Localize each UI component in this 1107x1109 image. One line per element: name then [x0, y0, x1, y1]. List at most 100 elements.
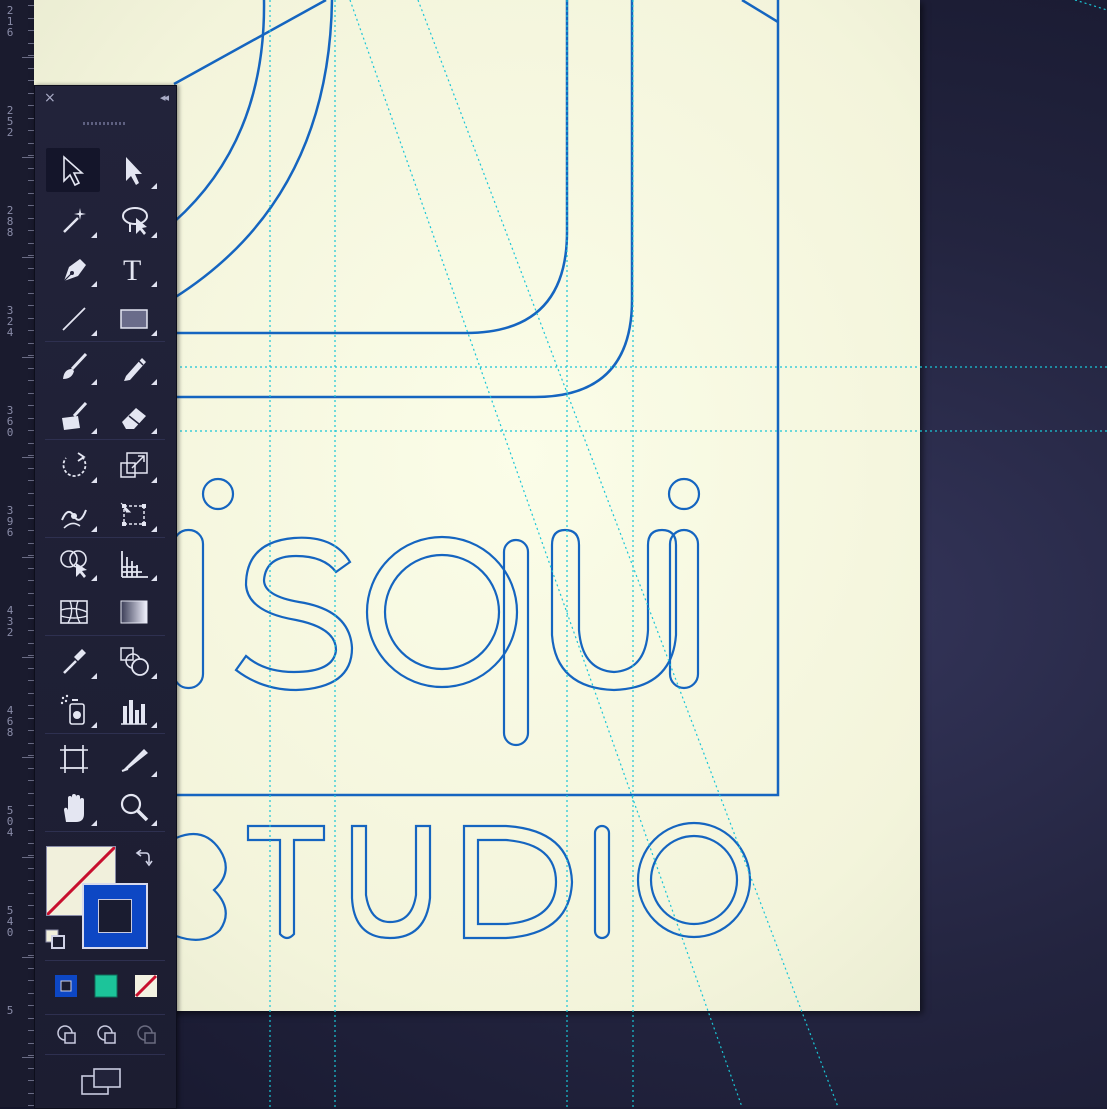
small-arc	[173, 0, 266, 223]
tool-symbol-sprayer[interactable]	[46, 687, 100, 731]
flyout-indicator	[91, 526, 97, 532]
ruler-tick	[22, 157, 34, 158]
flyout-indicator	[151, 477, 157, 483]
mesh-icon	[60, 600, 88, 624]
tool-direct-selection[interactable]	[106, 148, 160, 192]
flyout-indicator	[151, 673, 157, 679]
default-fill-stroke-icon[interactable]	[45, 929, 67, 951]
separator	[45, 1054, 165, 1055]
tool-perspective-grid[interactable]	[106, 540, 160, 584]
color-mode-icon[interactable]	[53, 973, 79, 999]
screen-mode-icon[interactable]	[80, 1066, 124, 1100]
tool-selection[interactable]	[46, 148, 100, 192]
selection-arrow-icon	[63, 155, 85, 187]
ruler-label: 3 6 0	[6, 404, 14, 439]
ruler-label: 3 9 6	[6, 504, 14, 539]
ruler-label: 5 4 0	[6, 904, 14, 939]
close-icon[interactable]: ×	[44, 91, 56, 105]
flyout-indicator	[151, 428, 157, 434]
none-mode-icon[interactable]	[133, 973, 159, 999]
type-icon: T	[123, 254, 141, 285]
letter-D	[462, 824, 574, 940]
flyout-indicator	[151, 820, 157, 826]
hand-icon	[64, 794, 84, 822]
ruler-tick	[22, 57, 34, 58]
perspective-grid-icon	[121, 551, 148, 578]
letter-O-inner	[649, 834, 739, 926]
letter-i-dot	[201, 477, 235, 511]
vertical-ruler[interactable]: 2 1 6 2 5 2 2 8 8 3 2 4 3 6 0 3 9 6 4 3 2 4 6 8…	[0, 0, 35, 1107]
ruler-tick	[22, 457, 34, 458]
letter-I	[593, 824, 611, 940]
ruler-label: 5	[6, 1004, 14, 1017]
large-arc	[173, 0, 334, 300]
pencil-icon	[124, 358, 146, 381]
tagline-studio	[175, 821, 752, 941]
ruler-tick	[22, 257, 34, 258]
rotate-icon	[62, 452, 87, 477]
rectangle-icon	[120, 309, 148, 329]
magic-wand-icon	[63, 208, 86, 233]
tool-pen[interactable]	[46, 246, 100, 290]
flyout-indicator	[91, 722, 97, 728]
tool-blend[interactable]	[106, 638, 160, 682]
letter-S	[175, 832, 227, 941]
tool-paintbrush[interactable]	[46, 344, 100, 388]
tool-type[interactable]: T	[106, 246, 160, 290]
flyout-indicator	[151, 526, 157, 532]
eyedropper-icon	[63, 649, 86, 674]
tool-shape-builder[interactable]	[46, 540, 100, 584]
tool-free-transform[interactable]	[106, 491, 160, 535]
tool-rectangle[interactable]	[106, 295, 160, 339]
tool-line-segment[interactable]	[46, 295, 100, 339]
draw-inside-icon[interactable]	[135, 1023, 159, 1047]
collapse-icon[interactable]: ◂◂	[160, 91, 169, 105]
ruler-tick	[22, 957, 34, 958]
eraser-icon	[122, 408, 146, 429]
scale-icon	[120, 452, 148, 478]
swap-fill-stroke-icon[interactable]	[134, 848, 154, 868]
flyout-indicator	[91, 575, 97, 581]
tool-rotate[interactable]	[46, 442, 100, 486]
draw-behind-icon[interactable]	[95, 1023, 119, 1047]
artboard-icon	[60, 745, 88, 773]
stroke-color-swatch[interactable]	[82, 883, 148, 949]
tool-column-graph[interactable]	[106, 687, 160, 731]
tool-pencil[interactable]	[106, 344, 160, 388]
tool-artboard[interactable]	[46, 736, 100, 780]
tool-mesh[interactable]	[46, 589, 100, 633]
flyout-indicator	[151, 281, 157, 287]
gradient-mode-icon[interactable]	[93, 973, 119, 999]
tool-hand[interactable]	[46, 785, 100, 829]
tool-gradient[interactable]	[106, 589, 160, 633]
flyout-indicator	[151, 330, 157, 336]
ruler-tick	[22, 357, 34, 358]
tool-eyedropper[interactable]	[46, 638, 100, 682]
tool-warp[interactable]	[46, 491, 100, 535]
tool-zoom[interactable]	[106, 785, 160, 829]
flyout-indicator	[91, 477, 97, 483]
ruler-label: 2 8 8	[6, 204, 14, 239]
tool-magic-wand[interactable]	[46, 197, 100, 241]
tool-blob-brush[interactable]	[46, 393, 100, 437]
flyout-indicator	[91, 330, 97, 336]
tool-scale[interactable]	[106, 442, 160, 486]
pen-nib-icon	[63, 259, 86, 282]
tool-lasso[interactable]	[106, 197, 160, 241]
flyout-indicator	[91, 428, 97, 434]
panel-grip[interactable]	[83, 122, 125, 125]
ruler-label: 5 0 4	[6, 804, 14, 839]
symbol-sprayer-icon	[60, 694, 85, 725]
ruler-label: 2 1 6	[6, 4, 14, 39]
letter-U	[350, 824, 432, 940]
ruler-tick	[22, 657, 34, 658]
flyout-indicator	[91, 379, 97, 385]
stroke-inner-well	[98, 899, 132, 933]
letter-q-stem	[502, 538, 530, 747]
ruler-label: 2 5 2	[6, 104, 14, 139]
flyout-indicator	[151, 722, 157, 728]
tool-eraser[interactable]	[106, 393, 160, 437]
tool-slice[interactable]	[106, 736, 160, 780]
zoom-icon	[120, 793, 149, 822]
draw-normal-icon[interactable]	[55, 1023, 79, 1047]
